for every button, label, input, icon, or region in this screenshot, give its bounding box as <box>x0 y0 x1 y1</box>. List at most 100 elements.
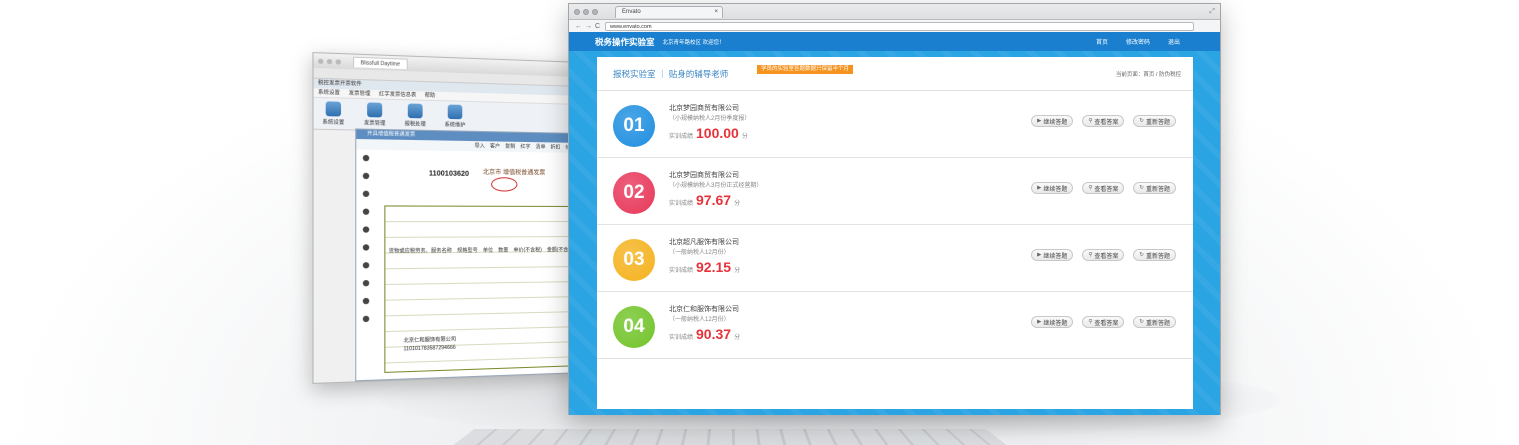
close-tab-icon[interactable]: × <box>714 7 718 18</box>
redo-button[interactable]: ↻ 重新答题 <box>1133 182 1176 194</box>
gear-icon <box>325 101 342 117</box>
continue-button[interactable]: ▶ 继续答题 <box>1031 115 1074 127</box>
invoice-tool: 折扣 <box>550 144 561 151</box>
address-bar[interactable]: www.envato.com <box>605 21 1194 31</box>
tool-item: 发票管理 <box>360 102 390 127</box>
panel-title: 报税实验室 ｜ 贴身的辅导老师 <box>613 68 729 79</box>
exercise-row: 04 北京仁和服饰有限公司 （一般纳税人12月份） 实训成绩 90.37 分 ▶… <box>597 292 1193 359</box>
redo-button[interactable]: ↻ 重新答题 <box>1133 249 1176 261</box>
exercise-row: 02 北京梦园商贸有限公司 （小规模纳税人3月份正式经营期） 实训成绩 97.6… <box>597 158 1193 225</box>
invoice-form: 开具增值税普通发票 导入 客户 复制 红字 清单 折扣 价格 110010362… <box>355 128 583 382</box>
browser-window: Envato × ⤢ ← → C www.envato.com 税务操作实验室 … <box>568 3 1221 415</box>
lab-panel: 报税实验室 ｜ 贴身的辅导老师 学员的实验室答题数据只保留半个月 当前页面：首页… <box>597 57 1193 409</box>
minimize-window-dot[interactable] <box>583 8 589 15</box>
tool-label: 系统设置 <box>322 119 345 127</box>
invoice-number: 1100103620 <box>428 170 470 178</box>
score-unit: 分 <box>734 335 741 341</box>
continue-button[interactable]: ▶ 继续答题 <box>1031 249 1074 261</box>
tab-title: Envato <box>622 8 641 15</box>
menu-item: 红字发票信息表 <box>379 91 417 99</box>
search-icon: ⚲ <box>1088 252 1093 258</box>
seal-stamp <box>491 177 518 192</box>
company-name: 北京仁和服饰有限公司 <box>669 306 739 313</box>
binding-holes <box>362 154 370 323</box>
refresh-icon: ↻ <box>1139 185 1144 191</box>
menu-item: 系统设置 <box>317 89 340 97</box>
score-value: 90.37 <box>696 326 732 342</box>
fullscreen-icon[interactable]: ⤢ <box>1209 8 1215 16</box>
seller-tax-id: 110101783587294666 <box>403 344 456 353</box>
invoice-icon <box>367 102 383 118</box>
company-name: 北京超凡服饰有限公司 <box>669 239 739 246</box>
view-answer-button[interactable]: ⚲ 查看答案 <box>1082 182 1125 194</box>
view-answer-button[interactable]: ⚲ 查看答案 <box>1082 115 1125 127</box>
score-label: 实训成绩 <box>669 201 694 207</box>
score-label: 实训成绩 <box>669 134 694 140</box>
exercise-row: 01 北京梦园商贸有限公司 （小规模纳税人2月份季度报） 实训成绩 100.00… <box>597 91 1193 158</box>
score-value: 100.00 <box>696 125 739 141</box>
search-icon: ⚲ <box>1088 319 1093 325</box>
score-value: 97.67 <box>696 192 732 208</box>
invoice-tool: 红字 <box>520 143 531 151</box>
app-body: 报税实验室 ｜ 贴身的辅导老师 学员的实验室答题数据只保留半个月 当前页面：首页… <box>569 51 1220 415</box>
search-icon: ⚲ <box>1088 118 1093 124</box>
invoice-title: 北京市 增值税普通发票 <box>482 169 546 177</box>
score-unit: 分 <box>741 134 748 140</box>
tool-item: 系统维护 <box>440 104 469 129</box>
menu-item: 帮助 <box>424 92 436 99</box>
row-actions: ▶ 继续答题 ⚲ 查看答案 ↻ 重新答题 <box>1031 249 1176 261</box>
back-arrow-icon[interactable]: ← <box>575 23 582 30</box>
zoom-window-dot[interactable] <box>592 8 598 15</box>
row-actions: ▶ 继续答题 ⚲ 查看答案 ↻ 重新答题 <box>1031 182 1176 194</box>
back-app-window: Blissfull Daytime 税控发票开票软件 系统设置 发票管理 红字发… <box>312 52 583 384</box>
score-label: 实训成绩 <box>669 268 694 274</box>
browser-tab[interactable]: Envato × <box>615 5 723 18</box>
menu-item: 发票管理 <box>348 90 371 98</box>
continue-button[interactable]: ▶ 继续答题 <box>1031 316 1074 328</box>
tool-label: 报税处理 <box>404 121 426 128</box>
window-dot-icon <box>335 58 342 65</box>
back-window-tab: Blissfull Daytime <box>353 56 408 70</box>
continue-button[interactable]: ▶ 继续答题 <box>1031 182 1074 194</box>
play-icon: ▶ <box>1037 118 1042 124</box>
tool-item: 系统设置 <box>318 101 349 126</box>
invoice-tool: 导入 <box>474 143 485 150</box>
reload-icon[interactable]: C <box>595 23 601 30</box>
redo-button[interactable]: ↻ 重新答题 <box>1133 115 1176 127</box>
nav-change-password[interactable]: 修改密码 <box>1126 37 1150 46</box>
breadcrumb: 当前页面：首页 / 防伪税控 <box>1115 71 1181 78</box>
row-info: 北京超凡服饰有限公司 （一般纳税人12月份） 实训成绩 92.15 分 <box>669 237 740 275</box>
search-icon: ⚲ <box>1088 185 1093 191</box>
play-icon: ▶ <box>1037 252 1042 258</box>
view-answer-button[interactable]: ⚲ 查看答案 <box>1082 316 1125 328</box>
browser-chrome: Envato × ⤢ ← → C www.envato.com <box>569 4 1220 32</box>
close-window-dot[interactable] <box>574 8 580 15</box>
score-unit: 分 <box>734 268 741 274</box>
monitor-icon <box>407 103 423 119</box>
row-info: 北京梦园商贸有限公司 （小规模纳税人3月份正式经营期） 实训成绩 97.67 分 <box>669 170 762 208</box>
row-actions: ▶ 继续答题 ⚲ 查看答案 ↻ 重新答题 <box>1031 115 1176 127</box>
notice-badge: 学员的实验室答题数据只保留半个月 <box>757 65 854 74</box>
window-dot-icon <box>317 58 324 64</box>
refresh-icon: ↻ <box>1139 252 1144 258</box>
company-name: 北京梦园商贸有限公司 <box>669 105 739 112</box>
window-dot-icon <box>326 58 333 64</box>
score-unit: 分 <box>734 201 741 207</box>
refresh-icon: ↻ <box>1139 319 1144 325</box>
taxpayer-type: （小规模纳税人2月份季度报） <box>669 116 751 122</box>
taxpayer-type: （一般纳税人12月份） <box>669 250 730 256</box>
row-actions: ▶ 继续答题 ⚲ 查看答案 ↻ 重新答题 <box>1031 316 1176 328</box>
company-name: 北京梦园商贸有限公司 <box>669 172 739 179</box>
tool-label: 系统维护 <box>444 121 466 129</box>
forward-arrow-icon[interactable]: → <box>585 23 592 30</box>
redo-button[interactable]: ↻ 重新答题 <box>1133 316 1176 328</box>
nav-logout[interactable]: 退出 <box>1168 37 1180 46</box>
refresh-icon: ↻ <box>1139 118 1144 124</box>
row-number-badge: 02 <box>613 172 655 214</box>
maintenance-icon <box>447 104 463 120</box>
invoice-tool: 客户 <box>489 143 501 150</box>
view-answer-button[interactable]: ⚲ 查看答案 <box>1082 249 1125 261</box>
nav-home[interactable]: 首页 <box>1096 37 1108 46</box>
row-number-badge: 01 <box>613 105 655 147</box>
invoice-tool: 清单 <box>535 144 546 151</box>
